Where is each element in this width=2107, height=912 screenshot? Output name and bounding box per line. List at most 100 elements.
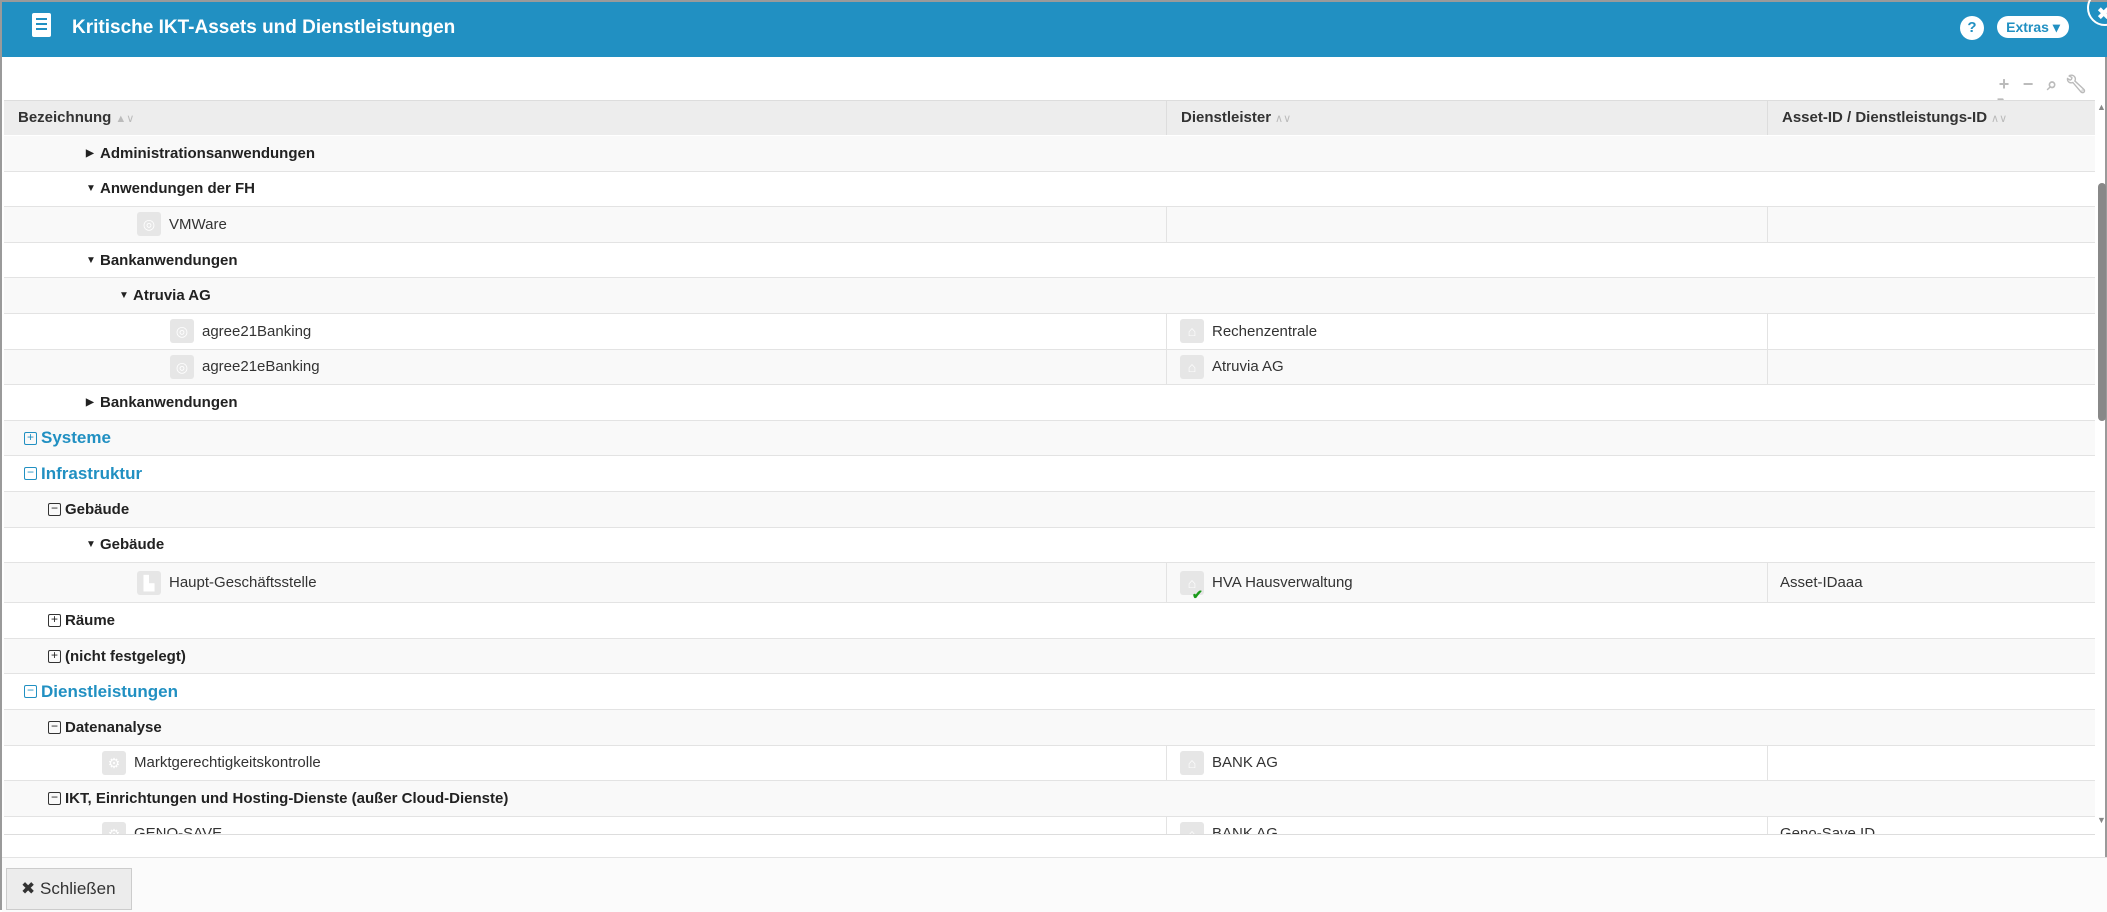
expanded-arrow-icon[interactable]: ▼ <box>86 539 100 550</box>
tree-group-row[interactable]: − IKT, Einrichtungen und Hosting-Dienste … <box>4 781 2095 817</box>
group-label-wrap[interactable]: ▼ Anwendungen der FH <box>86 180 255 197</box>
table-row[interactable]: ⚙ Marktgerechtigkeitskontrolle ⌂ BANK AG <box>4 745 2095 782</box>
group-label-wrap[interactable]: − Dienstleistungen <box>24 682 178 702</box>
minus-box-icon[interactable]: − <box>48 720 61 734</box>
group-label-wrap[interactable]: ▼ Gebäude <box>86 536 164 553</box>
minus-box-icon[interactable]: − <box>48 502 61 516</box>
scroll-down-icon[interactable]: ▼ <box>2097 815 2106 825</box>
group-label-wrap[interactable]: − Infrastruktur <box>24 464 142 484</box>
group-label-wrap[interactable]: − Gebäude <box>48 501 129 518</box>
extras-dropdown-button[interactable]: Extras ▾ <box>1997 16 2069 38</box>
gear-icon: ⚙ <box>102 750 126 775</box>
cell-bezeichnung: ◎ VMWare <box>4 207 1166 242</box>
x-icon: ✖ <box>21 879 36 898</box>
group-label-wrap[interactable]: + Räume <box>48 612 115 629</box>
cell-bezeichnung: − Infrastruktur <box>4 456 1166 491</box>
expanded-arrow-icon[interactable]: ▼ <box>119 290 133 301</box>
tree-group-row[interactable]: − Dienstleistungen <box>4 674 2095 710</box>
group-label: Räume <box>65 611 116 629</box>
column-header-bezeichnung[interactable]: Bezeichnung ▲∨ <box>4 101 134 135</box>
plus-box-icon[interactable]: + <box>48 649 61 663</box>
row-label[interactable]: GENO-SAVE <box>134 825 222 834</box>
table-row[interactable]: ◎ agree21eBanking ⌂ Atruvia AG <box>4 349 2095 386</box>
cell-bezeichnung: + Räume <box>4 603 1166 638</box>
tree-group-row[interactable]: + Räume <box>4 603 2095 639</box>
cell-asset-id <box>1767 207 2095 242</box>
expanded-arrow-icon[interactable]: ▼ <box>86 183 100 194</box>
scroll-up-icon[interactable]: ▲ <box>2097 102 2106 112</box>
close-icon[interactable]: ✖ <box>2087 0 2107 26</box>
plus-box-icon[interactable]: + <box>48 613 61 627</box>
group-label-wrap[interactable]: ▶ Bankanwendungen <box>86 394 238 411</box>
dialog-titlebar: Kritische IKT-Assets und Dienstleistunge… <box>2 0 2107 57</box>
plus-icon[interactable]: + <box>1992 74 2016 95</box>
cell-dienstleister: ⌂ ✔ HVA Hausverwaltung <box>1166 563 1767 603</box>
group-label-wrap[interactable]: + (nicht festgelegt) <box>48 648 186 665</box>
cell-dienstleister <box>1166 207 1767 242</box>
tree-group-row[interactable]: + Systeme <box>4 420 2095 457</box>
tree-group-row[interactable]: ▼ Gebäude <box>4 528 2095 564</box>
row-label[interactable]: VMWare <box>169 216 227 233</box>
asset-id: Asset-IDaaa <box>1780 574 1863 592</box>
table-row[interactable]: ⚙ GENO-SAVE ⌂ BANK AG Geno-Save ID <box>4 816 2095 834</box>
dialog-title: Kritische IKT-Assets und Dienstleistunge… <box>72 17 456 38</box>
row-label[interactable]: agree21eBanking <box>202 358 320 375</box>
tree-group-row[interactable]: ▶ Bankanwendungen <box>4 385 2095 421</box>
cell-asset-id <box>1767 745 2095 781</box>
tree-group-row[interactable]: − Datenanalyse <box>4 709 2095 746</box>
group-label: Bankanwendungen <box>100 393 238 411</box>
row-label[interactable]: agree21Banking <box>202 323 311 340</box>
cell-asset-id: Asset-IDaaa <box>1767 563 2095 603</box>
tree-group-row[interactable]: − Infrastruktur <box>4 456 2095 492</box>
sort-icon[interactable]: ∧∨ <box>1991 113 2007 125</box>
cell-asset-id <box>1767 313 2095 349</box>
group-label-wrap[interactable]: + Systeme <box>24 428 111 448</box>
tree-group-row[interactable]: ▶ Administrationsanwendungen <box>4 136 2095 172</box>
vertical-scrollbar[interactable]: ▲ ▼ <box>2095 100 2107 835</box>
row-label[interactable]: Marktgerechtigkeitskontrolle <box>134 754 321 771</box>
scrollbar-thumb[interactable] <box>2098 183 2106 421</box>
cell-bezeichnung: − Gebäude <box>4 492 1166 527</box>
cell-bezeichnung: ▶ Bankanwendungen <box>4 385 1166 420</box>
tree-group-row[interactable]: + (nicht festgelegt) <box>4 638 2095 675</box>
cell-bezeichnung: ▼ Anwendungen der FH <box>4 172 1166 207</box>
sort-icon[interactable]: ∧∨ <box>1275 113 1291 125</box>
close-button[interactable]: ✖ Schließen <box>6 868 132 910</box>
column-header-asset-id[interactable]: Asset-ID / Dienstleistungs-ID ∧∨ <box>1767 101 2007 135</box>
plus-box-icon[interactable]: + <box>24 431 37 445</box>
table-row[interactable]: ▙ Haupt-Geschäftsstelle ⌂ ✔ HVA Hausverwaltu… <box>4 563 2095 604</box>
cell-dienstleister: ⌂ Atruvia AG <box>1166 349 1767 385</box>
minus-icon[interactable]: − <box>2016 74 2040 95</box>
provider-icon: ⌂ <box>1180 750 1204 775</box>
group-label-wrap[interactable]: ▶ Administrationsanwendungen <box>86 145 315 162</box>
group-label-wrap[interactable]: ▼ Bankanwendungen <box>86 252 238 269</box>
expanded-arrow-icon[interactable]: ▼ <box>86 255 100 266</box>
group-label: Atruvia AG <box>133 287 211 305</box>
tree-group-row[interactable]: ▼ Bankanwendungen <box>4 243 2095 279</box>
provider-icon: ⌂ <box>1180 319 1204 344</box>
table-row[interactable]: ◎ VMWare <box>4 207 2095 243</box>
group-label-wrap[interactable]: − Datenanalyse <box>48 719 162 736</box>
group-label: Bankanwendungen <box>100 251 238 269</box>
column-header-dienstleister[interactable]: Dienstleister ∧∨ <box>1166 101 1767 135</box>
table-row[interactable]: ◎ agree21Banking ⌂ Rechenzentrale <box>4 313 2095 350</box>
tree-group-row[interactable]: ▼ Atruvia AG <box>4 278 2095 314</box>
minus-box-icon[interactable]: − <box>48 791 61 805</box>
group-label-wrap[interactable]: ▼ Atruvia AG <box>119 287 211 304</box>
minus-box-icon[interactable]: − <box>24 684 37 699</box>
group-label-wrap[interactable]: − IKT, Einrichtungen und Hosting-Dienste … <box>48 790 508 807</box>
tree-group-row[interactable]: ▼ Anwendungen der FH <box>4 172 2095 208</box>
search-icon[interactable]: ⌕ <box>2040 74 2064 95</box>
collapsed-arrow-icon[interactable]: ▶ <box>86 148 100 159</box>
cell-bezeichnung: − IKT, Einrichtungen und Hosting-Dienste … <box>4 781 1166 816</box>
minus-box-icon[interactable]: − <box>24 466 37 481</box>
tree-group-row[interactable]: − Gebäude <box>4 491 2095 528</box>
cell-asset-id: Geno-Save ID <box>1767 816 2095 834</box>
provider-icon: ⌂ <box>1180 354 1204 379</box>
sort-icon[interactable]: ▲∨ <box>115 113 134 125</box>
wrench-icon[interactable]: 🔧︎ <box>2064 74 2088 95</box>
collapsed-arrow-icon[interactable]: ▶ <box>86 397 100 408</box>
row-label[interactable]: Haupt-Geschäftsstelle <box>169 574 317 591</box>
help-button[interactable]: ? <box>1960 16 1984 40</box>
group-label: Administrationsanwendungen <box>100 144 316 162</box>
